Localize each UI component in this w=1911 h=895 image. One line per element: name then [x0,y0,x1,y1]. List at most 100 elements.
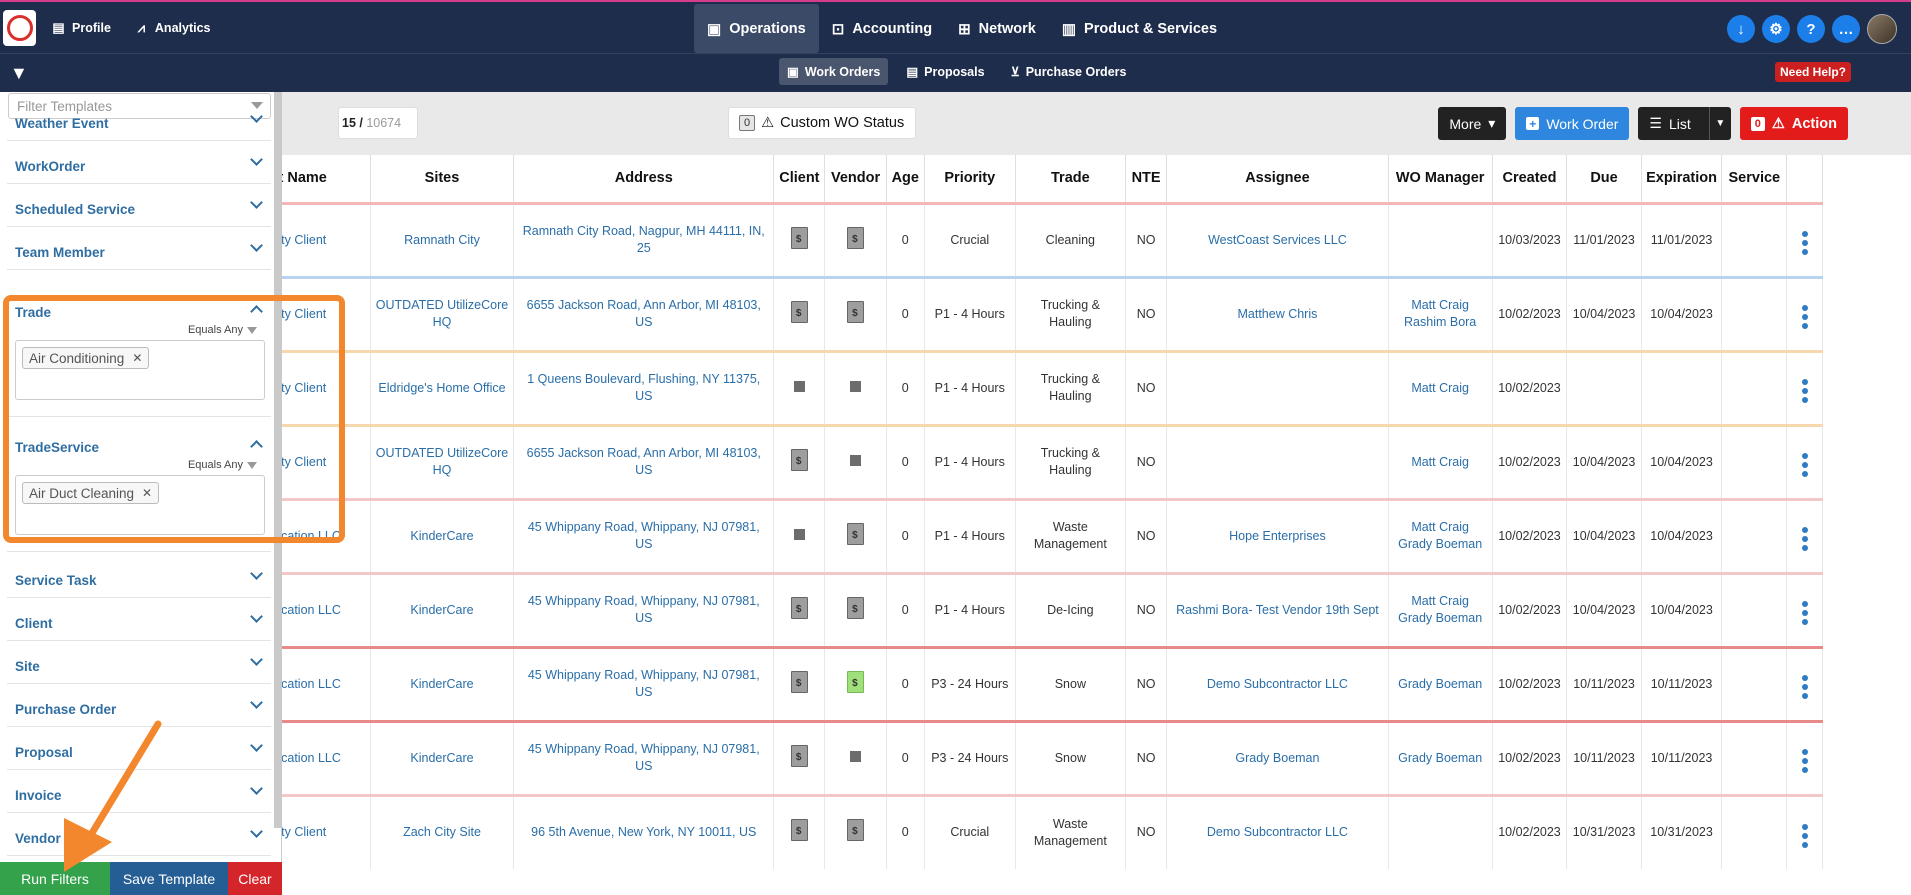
kebab-menu-icon[interactable] [1801,601,1808,625]
save-template-button[interactable]: Save Template [110,862,228,895]
custom-wo-status-button[interactable]: 0 ⚠ Custom WO Status [728,107,916,139]
client-invoice-icon[interactable] [790,819,808,842]
subnav-proposals[interactable]: ▤ Proposals [898,58,992,85]
vendor-invoice-icon[interactable] [847,670,865,693]
wo-manager-cell[interactable] [1388,201,1493,277]
col-wo-manager-header[interactable]: WO Manager [1388,155,1493,204]
run-filters-button[interactable]: Run Filters [0,862,110,895]
client-invoice-icon[interactable] [790,670,808,693]
nav-analytics[interactable]: ⩘ Analytics [135,20,211,36]
vendor-invoice-icon[interactable] [847,522,865,545]
address-cell[interactable]: 45 Whippany Road, Whippany, NJ 07981, US [513,719,775,795]
kebab-menu-icon[interactable] [1801,379,1808,403]
assignee-cell[interactable]: Rashmi Bora- Test Vendor 19th Sept [1166,571,1389,647]
client-invoice-icon[interactable] [790,226,808,249]
more-dropdown-button[interactable]: More ▾ [1438,107,1507,140]
download-icon[interactable]: ↓ [1727,15,1755,43]
client-name-cell[interactable]: Little Education LLC [282,719,371,795]
assignee-cell[interactable] [1166,423,1389,499]
gear-icon[interactable]: ⚙ [1762,15,1790,43]
kebab-menu-icon[interactable] [1801,749,1808,773]
col-sites-header[interactable]: Sites [370,155,515,204]
client-name-cell[interactable]: Property Client [282,793,371,869]
address-cell[interactable]: 1 Queens Boulevard, Flushing, NY 11375, … [513,349,775,425]
client-invoice-icon[interactable] [790,448,808,471]
assignee-cell[interactable] [1166,349,1389,425]
table-row[interactable]: Little Education LLCKinderCare45 Whippan… [282,719,1823,795]
col-client-name-header[interactable]: Client Name [282,155,371,204]
caret-down-icon[interactable]: ▼ [1708,107,1731,140]
clear-button[interactable]: Clear [228,862,282,895]
assignee-cell[interactable]: Grady Boeman [1166,719,1389,795]
kebab-menu-icon[interactable] [1801,453,1808,477]
table-row[interactable]: Property ClientOUTDATED UtilizeCore HQ66… [282,275,1823,351]
vendor-invoice-icon[interactable] [847,596,865,619]
site-cell[interactable]: Ramnath City [370,201,515,277]
add-work-order-button[interactable]: + Work Order [1515,107,1630,140]
site-cell[interactable]: OUTDATED UtilizeCore HQ [370,275,515,351]
filter-section-service-task[interactable]: Service Task [7,555,271,598]
filter-section-invoice[interactable]: Invoice [7,770,271,813]
site-cell[interactable]: KinderCare [370,497,515,573]
filter-section-workorder[interactable]: WorkOrder [7,141,271,184]
kebab-menu-icon[interactable] [1801,527,1808,551]
col-created-header[interactable]: Created [1492,155,1568,204]
kebab-menu-icon[interactable] [1801,231,1808,255]
address-cell[interactable]: 45 Whippany Road, Whippany, NJ 07981, US [513,645,775,721]
action-button[interactable]: 0 ⚠ Action [1739,107,1848,140]
nav-accounting[interactable]: ⊡ Accounting [819,4,945,53]
table-row[interactable]: Property ClientRamnath CityRamnath City … [282,201,1823,277]
address-cell[interactable]: Ramnath City Road, Nagpur, MH 44111, IN,… [513,201,775,277]
subnav-work-orders[interactable]: ▣ Work Orders [779,58,889,85]
table-row[interactable]: Property ClientOUTDATED UtilizeCore HQ66… [282,423,1823,499]
kebab-menu-icon[interactable] [1801,305,1808,329]
table-row[interactable]: Property ClientZach City Site96 5th Aven… [282,793,1823,869]
app-logo[interactable] [3,10,36,46]
nav-operations[interactable]: ▣ Operations [694,4,819,53]
table-row[interactable]: Little Education LLCKinderCare45 Whippan… [282,497,1823,573]
filter-section-site[interactable]: Site [7,641,271,684]
table-row[interactable]: Property ClientEldridge's Home Office1 Q… [282,349,1823,425]
col-actions-header[interactable] [1786,155,1823,204]
kebab-menu-icon[interactable] [1801,823,1808,848]
filter-section-weather-event[interactable]: Weather Event [7,98,271,141]
client-name-cell[interactable]: Property Client [282,201,371,277]
assignee-cell[interactable]: Demo Subcontractor LLC [1166,645,1389,721]
wo-manager-cell[interactable]: Matt Craig Rashim Bora [1388,275,1493,351]
assignee-cell[interactable]: Hope Enterprises [1166,497,1389,573]
wo-manager-cell[interactable]: Matt Craig Grady Boeman [1388,571,1493,647]
col-client-header[interactable]: Client [773,155,826,204]
nav-network[interactable]: ⊞ Network [945,4,1049,53]
wo-manager-cell[interactable] [1388,793,1493,869]
col-age-header[interactable]: Age [886,155,925,204]
client-invoice-icon[interactable] [790,596,808,619]
site-cell[interactable]: Eldridge's Home Office [370,349,515,425]
client-name-cell[interactable]: Little Education LLC [282,571,371,647]
assignee-cell[interactable]: WestCoast Services LLC [1166,201,1389,277]
site-cell[interactable]: KinderCare [370,571,515,647]
filter-section-scheduled-service[interactable]: Scheduled Service [7,184,271,227]
list-view-button[interactable]: ☰ List ▼ [1638,107,1731,140]
col-expiration-header[interactable]: Expiration [1641,155,1723,204]
site-cell[interactable]: KinderCare [370,719,515,795]
address-cell[interactable]: 6655 Jackson Road, Ann Arbor, MI 48103, … [513,275,775,351]
assignee-cell[interactable]: Matthew Chris [1166,275,1389,351]
col-due-header[interactable]: Due [1566,155,1642,204]
wo-manager-cell[interactable]: Matt Craig [1388,423,1493,499]
assignee-cell[interactable]: Demo Subcontractor LLC [1166,793,1389,869]
question-icon[interactable]: ? [1797,15,1825,43]
address-cell[interactable]: 45 Whippany Road, Whippany, NJ 07981, US [513,497,775,573]
table-row[interactable]: Little Education LLCKinderCare45 Whippan… [282,645,1823,721]
site-cell[interactable]: OUTDATED UtilizeCore HQ [370,423,515,499]
kebab-menu-icon[interactable] [1801,675,1808,699]
user-avatar[interactable] [1867,14,1897,44]
col-vendor-header[interactable]: Vendor [824,155,887,204]
table-row[interactable]: Little Education LLCKinderCare45 Whippan… [282,571,1823,647]
vendor-invoice-icon[interactable] [847,226,865,249]
vendor-invoice-icon[interactable] [847,819,865,842]
wo-manager-cell[interactable]: Matt Craig [1388,349,1493,425]
nav-products-services[interactable]: ▥ Product & Services [1049,4,1230,53]
wo-manager-cell[interactable]: Matt Craig Grady Boeman [1388,497,1493,573]
client-invoice-icon[interactable] [790,744,808,767]
filter-section-purchase-order[interactable]: Purchase Order [7,684,271,727]
